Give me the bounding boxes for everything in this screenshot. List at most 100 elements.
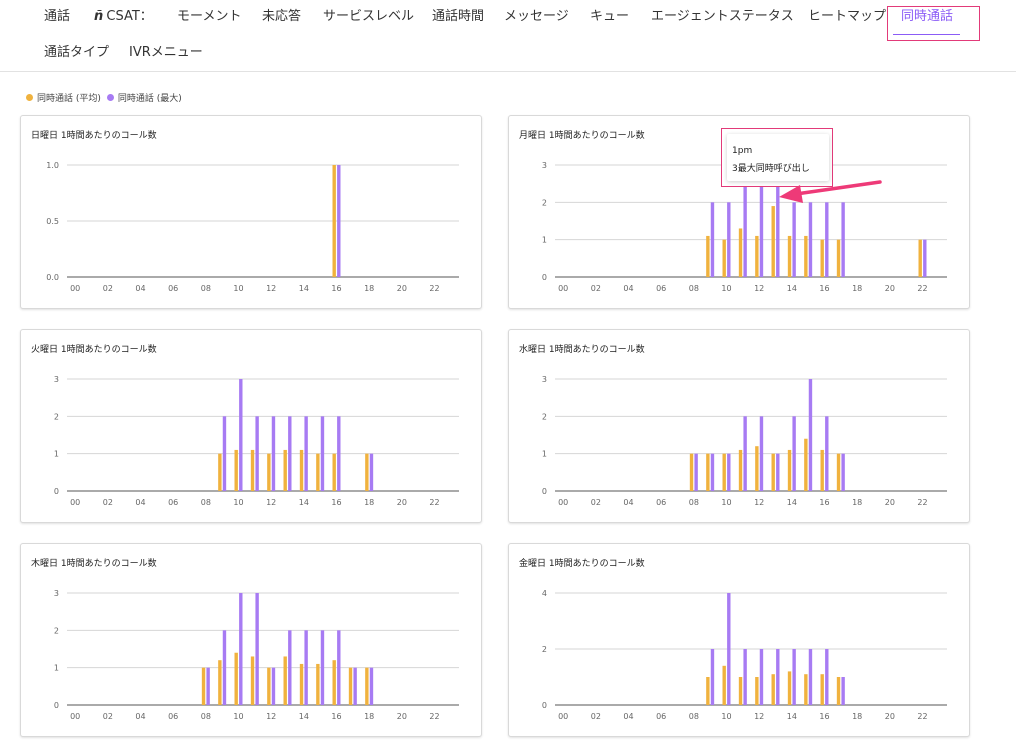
bar-average[interactable] — [250, 449, 255, 491]
bar-average[interactable] — [787, 671, 792, 705]
bar-average[interactable] — [218, 453, 222, 491]
bar-max[interactable] — [710, 649, 715, 705]
bar-max[interactable] — [841, 677, 845, 705]
legend-item-average[interactable]: 同時通話 (平均) — [26, 91, 101, 104]
bar-average[interactable] — [836, 677, 841, 705]
bar-average[interactable] — [234, 652, 238, 705]
bar-max[interactable] — [337, 630, 341, 705]
bar-average[interactable] — [283, 449, 287, 491]
bar-max[interactable] — [288, 416, 292, 491]
bar-average[interactable] — [836, 239, 841, 277]
bar-average[interactable] — [820, 674, 824, 705]
bar-average[interactable] — [804, 674, 808, 705]
bar-average[interactable] — [332, 453, 336, 491]
bar-average[interactable] — [316, 663, 320, 705]
bar-max[interactable] — [710, 453, 715, 491]
bar-average[interactable] — [771, 453, 775, 491]
bar-max[interactable] — [776, 649, 780, 705]
bar-max[interactable] — [369, 667, 374, 705]
bar-max[interactable] — [304, 416, 308, 491]
tab-ivr-menu[interactable]: IVRメニュー — [129, 45, 203, 61]
bar-max[interactable] — [727, 593, 731, 705]
tab-call-duration[interactable]: 通話時間 — [432, 9, 484, 25]
bar-average[interactable] — [267, 453, 271, 491]
bar-max[interactable] — [792, 649, 796, 705]
bar-average[interactable] — [738, 449, 743, 491]
tab-call-type[interactable]: 通話タイプ — [44, 45, 109, 61]
tab-queues[interactable]: キュー — [590, 9, 629, 25]
bar-max[interactable] — [808, 649, 813, 705]
bar-average[interactable] — [771, 674, 775, 705]
bar-max[interactable] — [222, 630, 227, 705]
bar-average[interactable] — [722, 665, 726, 705]
tab-service-level[interactable]: サービスレベル — [323, 9, 414, 25]
bar-average[interactable] — [820, 239, 824, 277]
bar-max[interactable] — [239, 593, 243, 705]
bar-max[interactable] — [776, 453, 780, 491]
bar-max[interactable] — [825, 202, 829, 277]
bar-max[interactable] — [743, 416, 747, 491]
bar-average[interactable] — [332, 165, 336, 277]
bar-average[interactable] — [804, 438, 808, 491]
tab-concurrent-calls[interactable]: 同時通話 — [901, 9, 953, 25]
bar-average[interactable] — [738, 677, 743, 705]
bar-average[interactable] — [316, 453, 320, 491]
tab-moments[interactable]: モーメント — [177, 9, 241, 25]
tab-agent-status[interactable]: エージェントステータス — [651, 9, 794, 25]
bar-average[interactable] — [234, 449, 238, 491]
bar-max[interactable] — [694, 453, 698, 491]
bar-average[interactable] — [722, 239, 726, 277]
bar-average[interactable] — [283, 656, 287, 705]
bar-average[interactable] — [299, 449, 304, 491]
bar-max[interactable] — [759, 416, 764, 491]
bar-average[interactable] — [689, 453, 694, 491]
bar-max[interactable] — [825, 416, 829, 491]
bar-average[interactable] — [218, 660, 222, 705]
bar-average[interactable] — [332, 660, 336, 705]
bar-max[interactable] — [304, 630, 308, 705]
bar-average[interactable] — [836, 453, 841, 491]
bar-max[interactable] — [808, 202, 813, 277]
bar-max[interactable] — [727, 453, 731, 491]
bar-average[interactable] — [348, 667, 353, 705]
bar-max[interactable] — [337, 165, 341, 277]
bar-average[interactable] — [787, 449, 792, 491]
bar-max[interactable] — [727, 202, 731, 277]
bar-average[interactable] — [201, 667, 206, 705]
bar-max[interactable] — [825, 649, 829, 705]
bar-average[interactable] — [820, 449, 824, 491]
bar-average[interactable] — [706, 677, 710, 705]
bar-max[interactable] — [222, 416, 227, 491]
bar-max[interactable] — [320, 630, 325, 705]
bar-average[interactable] — [755, 677, 759, 705]
bar-max[interactable] — [271, 667, 276, 705]
tab-calls[interactable]: 通話 — [44, 9, 70, 25]
bar-max[interactable] — [710, 202, 715, 277]
bar-average[interactable] — [755, 446, 759, 491]
tab-unanswered[interactable]: 未応答 — [262, 9, 301, 25]
bar-max[interactable] — [239, 379, 243, 491]
bar-max[interactable] — [743, 649, 747, 705]
bar-max[interactable] — [923, 239, 927, 277]
bar-max[interactable] — [792, 416, 796, 491]
bar-max[interactable] — [369, 453, 374, 491]
bar-max[interactable] — [792, 202, 796, 277]
bar-max[interactable] — [271, 416, 276, 491]
tab-csat[interactable]: ñ CSAT： — [94, 9, 153, 25]
bar-average[interactable] — [299, 663, 304, 705]
bar-average[interactable] — [365, 667, 369, 705]
bar-average[interactable] — [804, 235, 808, 277]
bar-average[interactable] — [755, 235, 759, 277]
bar-max[interactable] — [288, 630, 292, 705]
bar-max[interactable] — [841, 202, 845, 277]
legend-item-max[interactable]: 同時通話 (最大) — [106, 91, 182, 104]
bar-average[interactable] — [706, 453, 710, 491]
bar-max[interactable] — [841, 453, 845, 491]
bar-max[interactable] — [255, 416, 259, 491]
bar-average[interactable] — [771, 206, 775, 277]
bar-average[interactable] — [365, 453, 369, 491]
bar-average[interactable] — [706, 235, 710, 277]
bar-max[interactable] — [255, 593, 259, 705]
bar-average[interactable] — [722, 453, 726, 491]
bar-average[interactable] — [250, 656, 255, 705]
